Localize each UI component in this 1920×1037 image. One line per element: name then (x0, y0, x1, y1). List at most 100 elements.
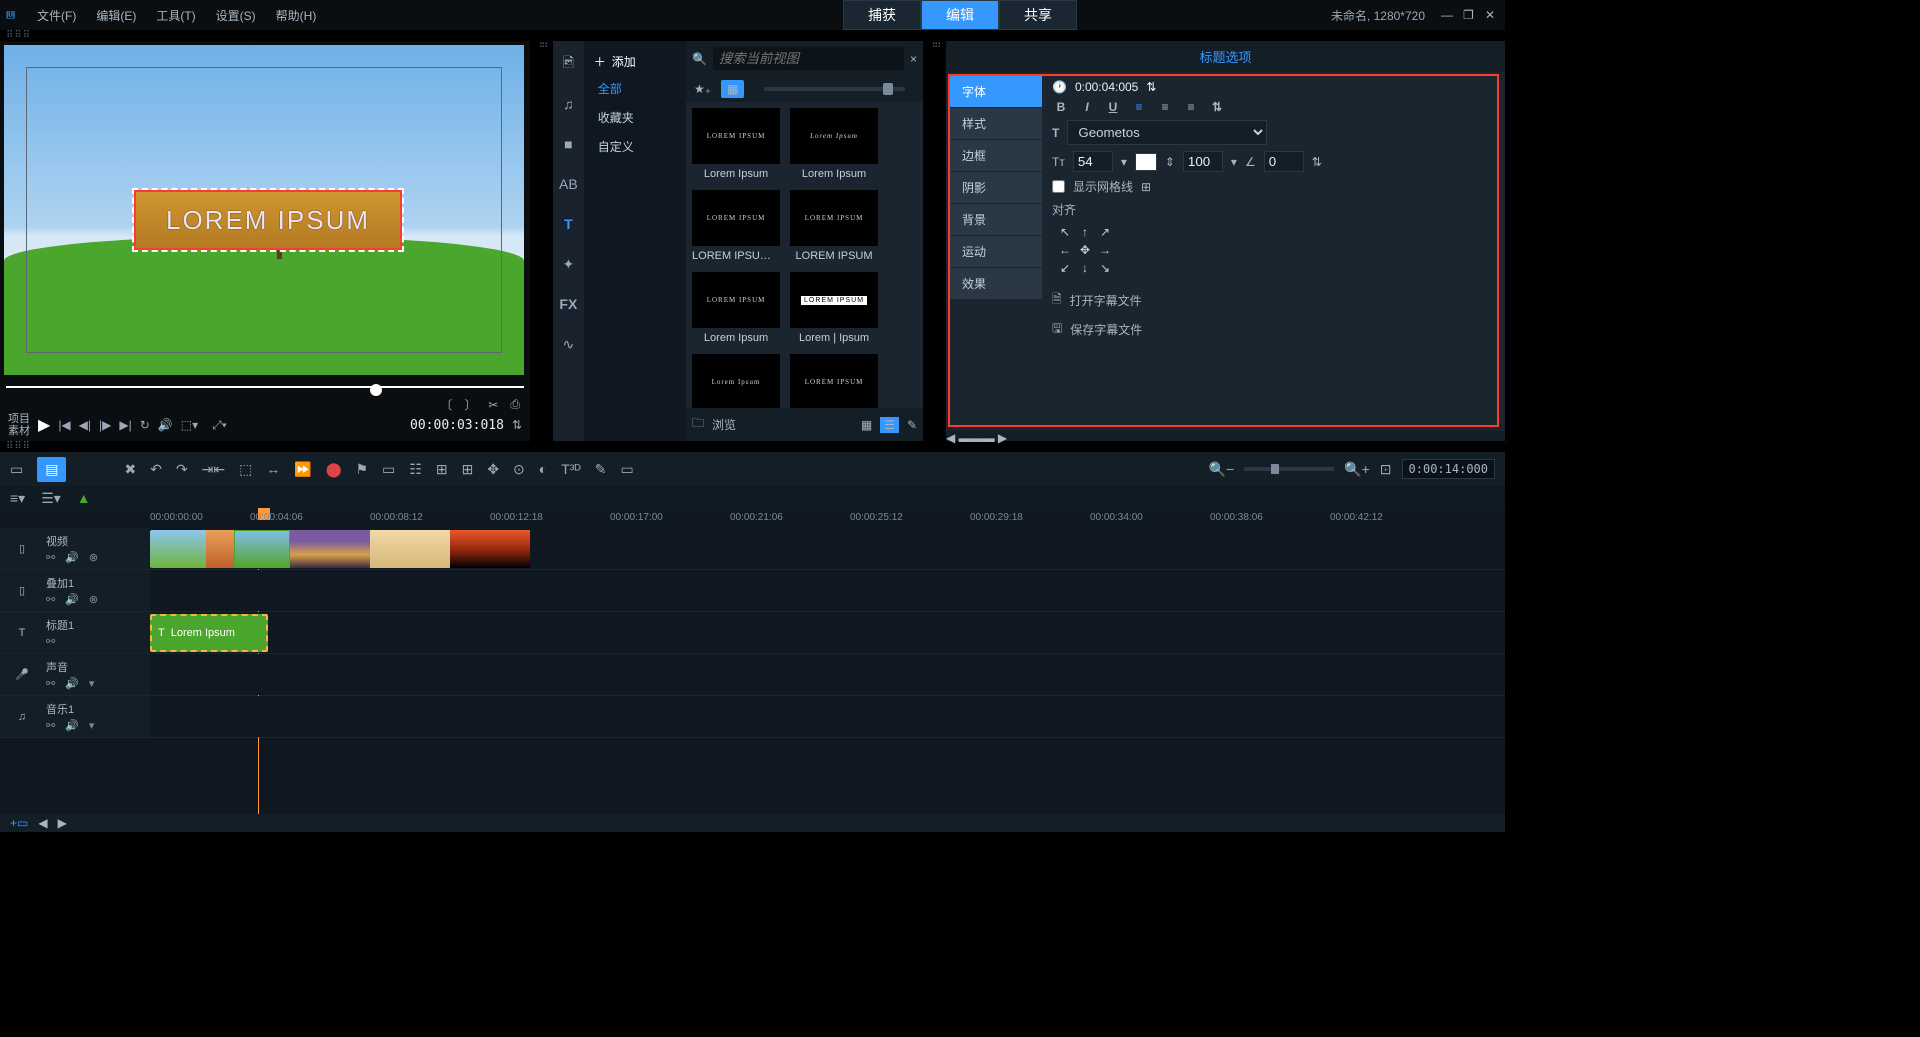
align-left-icon[interactable]: ≡ (1130, 100, 1148, 114)
title-clip[interactable]: T Lorem Ipsum (150, 614, 268, 652)
align-tc[interactable]: ↑ (1076, 224, 1094, 240)
stretch-icon[interactable]: ↔ (266, 461, 280, 477)
scroll-left-icon[interactable]: ◀ (38, 816, 47, 830)
underline-button[interactable]: U (1104, 100, 1122, 114)
preview-scrubber[interactable] (6, 381, 524, 390)
duration-field[interactable]: 0:00:04:005 (1075, 80, 1138, 94)
tab-capture[interactable]: 捕获 (843, 0, 921, 30)
subtitle-icon[interactable]: ☷ (409, 461, 422, 478)
track-options-icon[interactable]: ☰▾ (41, 490, 61, 507)
source-project-toggle[interactable]: 项目 素材 (8, 413, 30, 437)
panel-grip[interactable]: ⠿⠿⠿ (0, 30, 1505, 41)
loop-icon[interactable]: ↻ (140, 418, 150, 432)
next-frame-icon[interactable]: |▶ (99, 418, 111, 432)
mark-in-icon[interactable]: 〔 (440, 396, 452, 413)
scroll-right-icon[interactable]: ▶ (58, 816, 67, 830)
link-icon[interactable]: ⚯ (46, 719, 55, 732)
h-scrollbar[interactable]: ◀ ▬▬▬ ▶ (946, 431, 1505, 441)
crop-icon[interactable]: ⬚ (239, 461, 252, 478)
undo-icon[interactable]: ↶ (150, 461, 162, 478)
view-list-icon[interactable]: ☰ (880, 417, 899, 433)
title-preset[interactable]: LOREM IPSUMLOREM IPSUM (790, 190, 878, 266)
menu-tools[interactable]: 工具(T) (146, 7, 205, 24)
font-size-input[interactable] (1073, 151, 1113, 172)
title-preset[interactable]: LOREM IPSUMLorem Ipsum (692, 272, 780, 348)
link-icon[interactable]: ⚯ (46, 635, 55, 648)
tab-border[interactable]: 边框 (950, 140, 1042, 172)
3d-title-icon[interactable]: T³ᴰ (561, 461, 581, 477)
show-grid-checkbox[interactable] (1052, 180, 1065, 193)
thumb-size-slider[interactable] (764, 87, 905, 91)
tab-style[interactable]: 样式 (950, 108, 1042, 140)
menu-edit[interactable]: 编辑(E) (86, 7, 146, 24)
link-icon[interactable]: ⚯ (46, 677, 55, 690)
vertical-text-icon[interactable]: ⇅ (1208, 100, 1226, 114)
fullscreen-icon[interactable]: ⤢▾ (212, 418, 227, 433)
expand-icon[interactable]: ▲ (77, 490, 91, 506)
align-mc[interactable]: ✥ (1076, 242, 1094, 258)
close-icon[interactable]: ✕ (1485, 8, 1499, 22)
italic-button[interactable]: I (1078, 100, 1096, 114)
title-preset[interactable]: LOREM IPSUMLorem Ipsum (692, 108, 780, 184)
align-mr[interactable]: → (1096, 242, 1114, 258)
lock-icon[interactable]: ⊗ (89, 551, 98, 564)
rotation-input[interactable] (1264, 151, 1304, 172)
marker-icon[interactable]: ⚑ (355, 461, 368, 478)
go-end-icon[interactable]: ▶| (119, 418, 131, 432)
resize-icon[interactable]: ⬚▾ (181, 418, 198, 433)
lock-icon[interactable]: ⊗ (89, 593, 98, 606)
align-center-icon[interactable]: ≡ (1156, 100, 1174, 114)
go-start-icon[interactable]: |◀ (58, 418, 70, 432)
add-track-icon[interactable]: +▭ (10, 816, 28, 830)
explorer-icon[interactable]: 🗀 (692, 414, 704, 435)
screen-rec-icon[interactable]: ▭ (621, 461, 634, 478)
align-bl[interactable]: ↙ (1056, 260, 1074, 276)
tab-font[interactable]: 字体 (950, 76, 1042, 108)
video-clip[interactable] (150, 530, 540, 568)
title-preset[interactable]: LOREM IPSUMLOREM IPSUM (790, 354, 878, 408)
table-icon[interactable]: ⊞ (462, 461, 474, 478)
spinner-icon[interactable]: ⇅ (1312, 155, 1322, 169)
panel-grip[interactable]: ⠿ (923, 41, 946, 441)
menu-help[interactable]: 帮助(H) (266, 7, 327, 24)
tab-background[interactable]: 背景 (950, 204, 1042, 236)
redo-icon[interactable]: ↷ (176, 461, 188, 478)
add-category-button[interactable]: ＋添加 (584, 49, 686, 74)
tab-edit[interactable]: 编辑 (921, 0, 999, 30)
tab-share[interactable]: 共享 (999, 0, 1077, 30)
paint-icon[interactable]: ✎ (595, 461, 607, 478)
zoom-slider[interactable] (1244, 467, 1334, 471)
open-subtitle-button[interactable]: 🗎打开字幕文件 (1052, 286, 1487, 315)
link-icon[interactable]: ⚯ (46, 593, 55, 606)
fit-icon[interactable]: ⊡ (1380, 461, 1392, 478)
path-icon[interactable]: ∿ (557, 333, 579, 355)
tab-shadow[interactable]: 阴影 (950, 172, 1042, 204)
dropdown-icon[interactable]: ▾ (1231, 155, 1237, 169)
nav-favorites[interactable]: 收藏夹 (584, 103, 686, 132)
font-select[interactable]: Geometos (1067, 120, 1267, 145)
preview-viewport[interactable]: LOREM IPSUM (4, 45, 526, 375)
panel-grip[interactable]: ⠿⠿⠿ (0, 441, 1505, 452)
title-preset[interactable]: Lorem IpsumLorem Ipsum (790, 108, 878, 184)
chapter-icon[interactable]: ▭ (382, 461, 395, 478)
expand-icon[interactable]: ▾ (89, 677, 95, 690)
menu-settings[interactable]: 设置(S) (206, 7, 266, 24)
title-bounding-box[interactable]: LOREM IPSUM (134, 190, 402, 250)
bold-button[interactable]: B (1052, 100, 1070, 114)
align-br[interactable]: ↘ (1096, 260, 1114, 276)
link-icon[interactable]: ⚯ (46, 551, 55, 564)
zoom-in-icon[interactable]: 🔍+ (1344, 461, 1370, 478)
snapshot-icon[interactable]: ⎙ (510, 397, 520, 412)
tab-effects[interactable]: 效果 (950, 268, 1042, 300)
minimize-icon[interactable]: — (1441, 8, 1455, 22)
volume-icon[interactable]: 🔊 (158, 418, 173, 432)
align-bc[interactable]: ↓ (1076, 260, 1094, 276)
nav-custom[interactable]: 自定义 (584, 132, 686, 161)
favorite-icon[interactable]: ★₊ (694, 82, 711, 96)
clear-search-icon[interactable]: × (910, 52, 917, 66)
title-preset[interactable]: Lorem IpsumLorem Insum (692, 354, 780, 408)
mask-icon[interactable]: ◐ (539, 461, 547, 477)
tab-motion[interactable]: 运动 (950, 236, 1042, 268)
overlay-icon[interactable]: ✦ (557, 253, 579, 275)
graphic-icon[interactable]: AB (557, 173, 579, 195)
